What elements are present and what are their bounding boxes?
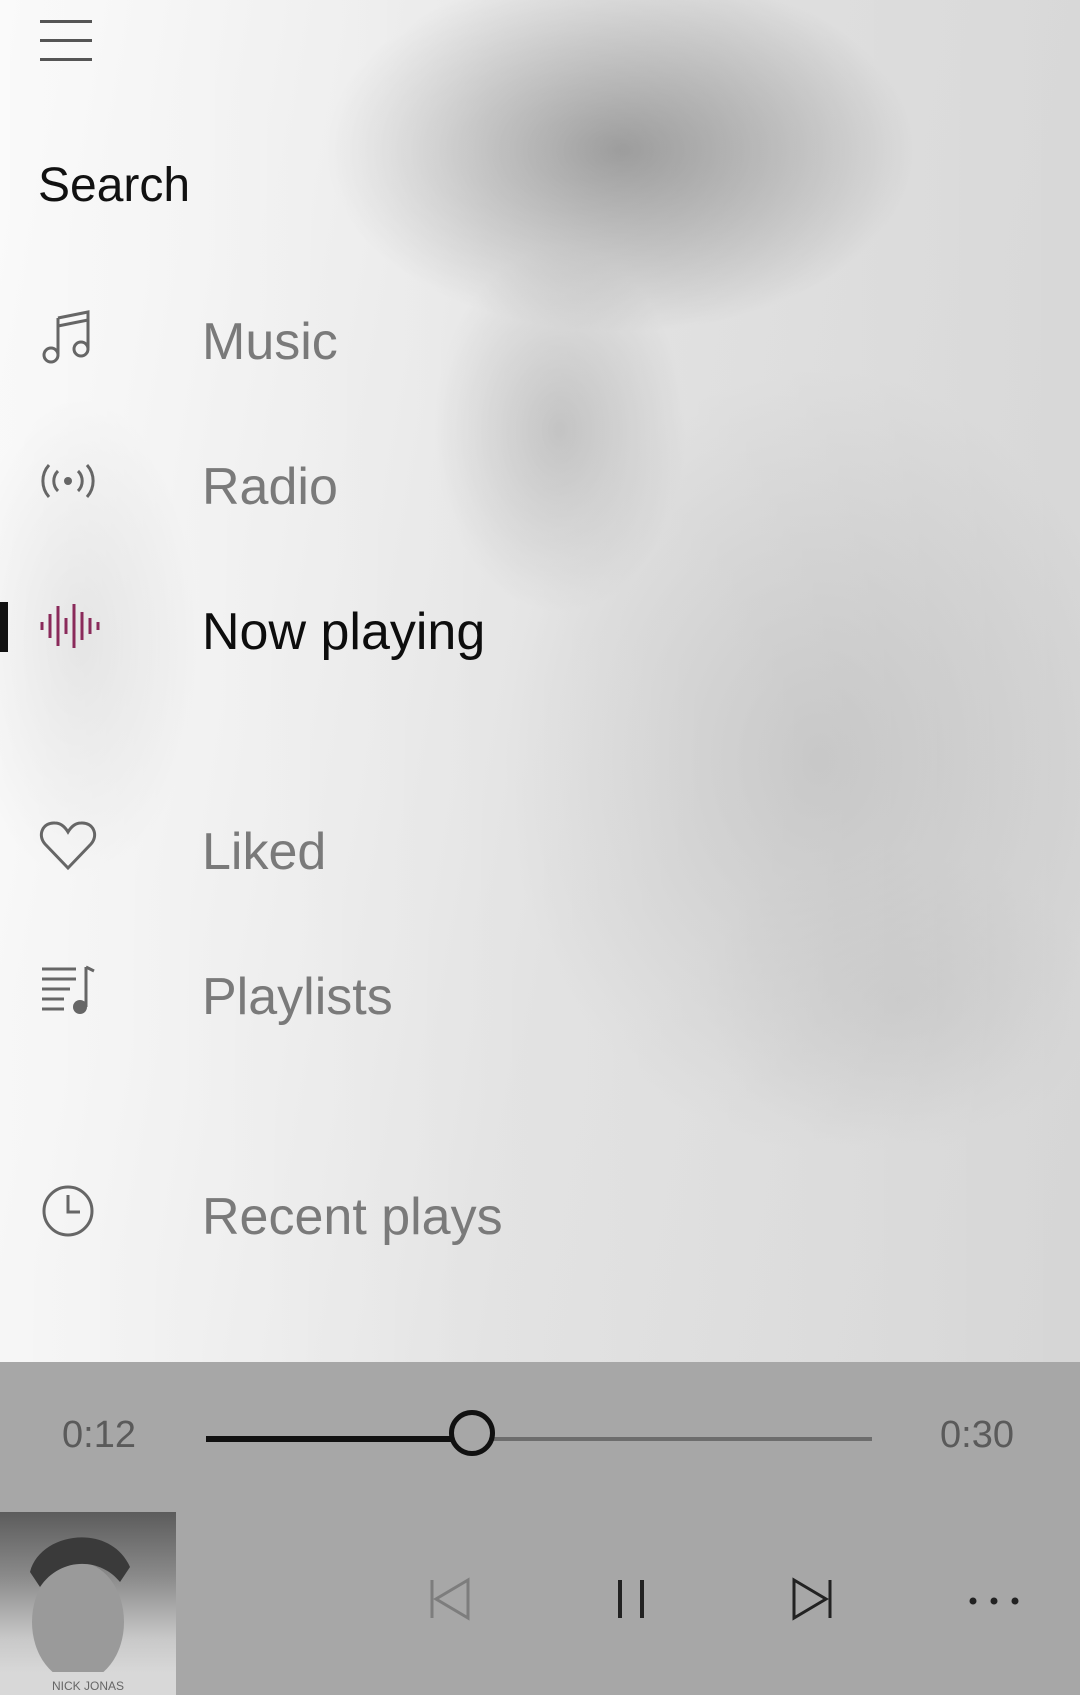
- nav-item-now-playing[interactable]: Now playing: [0, 580, 640, 670]
- progress-fill: [206, 1436, 472, 1442]
- search-button[interactable]: Search: [38, 158, 190, 213]
- nav-item-music[interactable]: Music: [0, 290, 640, 380]
- progress-slider[interactable]: [206, 1436, 872, 1442]
- nav-item-label: Radio: [202, 458, 338, 516]
- next-icon[interactable]: [790, 1576, 834, 1622]
- nav-item-radio[interactable]: Radio: [0, 435, 640, 525]
- hamburger-menu-button[interactable]: [38, 18, 96, 64]
- duration-time: 0:30: [940, 1414, 1014, 1456]
- menu-line: [40, 39, 92, 42]
- menu-line: [40, 20, 92, 23]
- menu-line: [40, 58, 92, 61]
- nav-item-recent-plays[interactable]: Recent plays: [0, 1165, 640, 1255]
- nav-item-label: Playlists: [202, 968, 393, 1026]
- more-icon[interactable]: [966, 1594, 1022, 1608]
- album-art-thumbnail[interactable]: NICK JONAS: [0, 1512, 176, 1695]
- active-indicator: [0, 602, 8, 652]
- nav-item-label: Music: [202, 313, 338, 371]
- nav-item-playlists[interactable]: Playlists: [0, 945, 640, 1035]
- previous-icon[interactable]: [428, 1576, 472, 1622]
- waveform-icon: [40, 604, 100, 648]
- heart-icon: [39, 821, 97, 871]
- clock-icon: [42, 1185, 94, 1237]
- radio-icon: [41, 464, 95, 498]
- pause-icon[interactable]: [614, 1576, 648, 1622]
- nav-item-label: Liked: [202, 823, 327, 881]
- progress-thumb[interactable]: [449, 1410, 495, 1456]
- nav-item-label: Now playing: [202, 603, 486, 661]
- nav-item-liked[interactable]: Liked: [0, 800, 640, 890]
- elapsed-time: 0:12: [62, 1414, 136, 1456]
- nav-item-label: Recent plays: [202, 1188, 503, 1246]
- playlist-icon: [42, 965, 95, 1014]
- music-note-icon: [42, 310, 90, 364]
- playback-bar: 0:12 0:30 NICK JONAS: [0, 1362, 1080, 1695]
- album-art-text: NICK JONAS: [52, 1679, 124, 1693]
- album-art-image: NICK JONAS: [0, 1537, 176, 1695]
